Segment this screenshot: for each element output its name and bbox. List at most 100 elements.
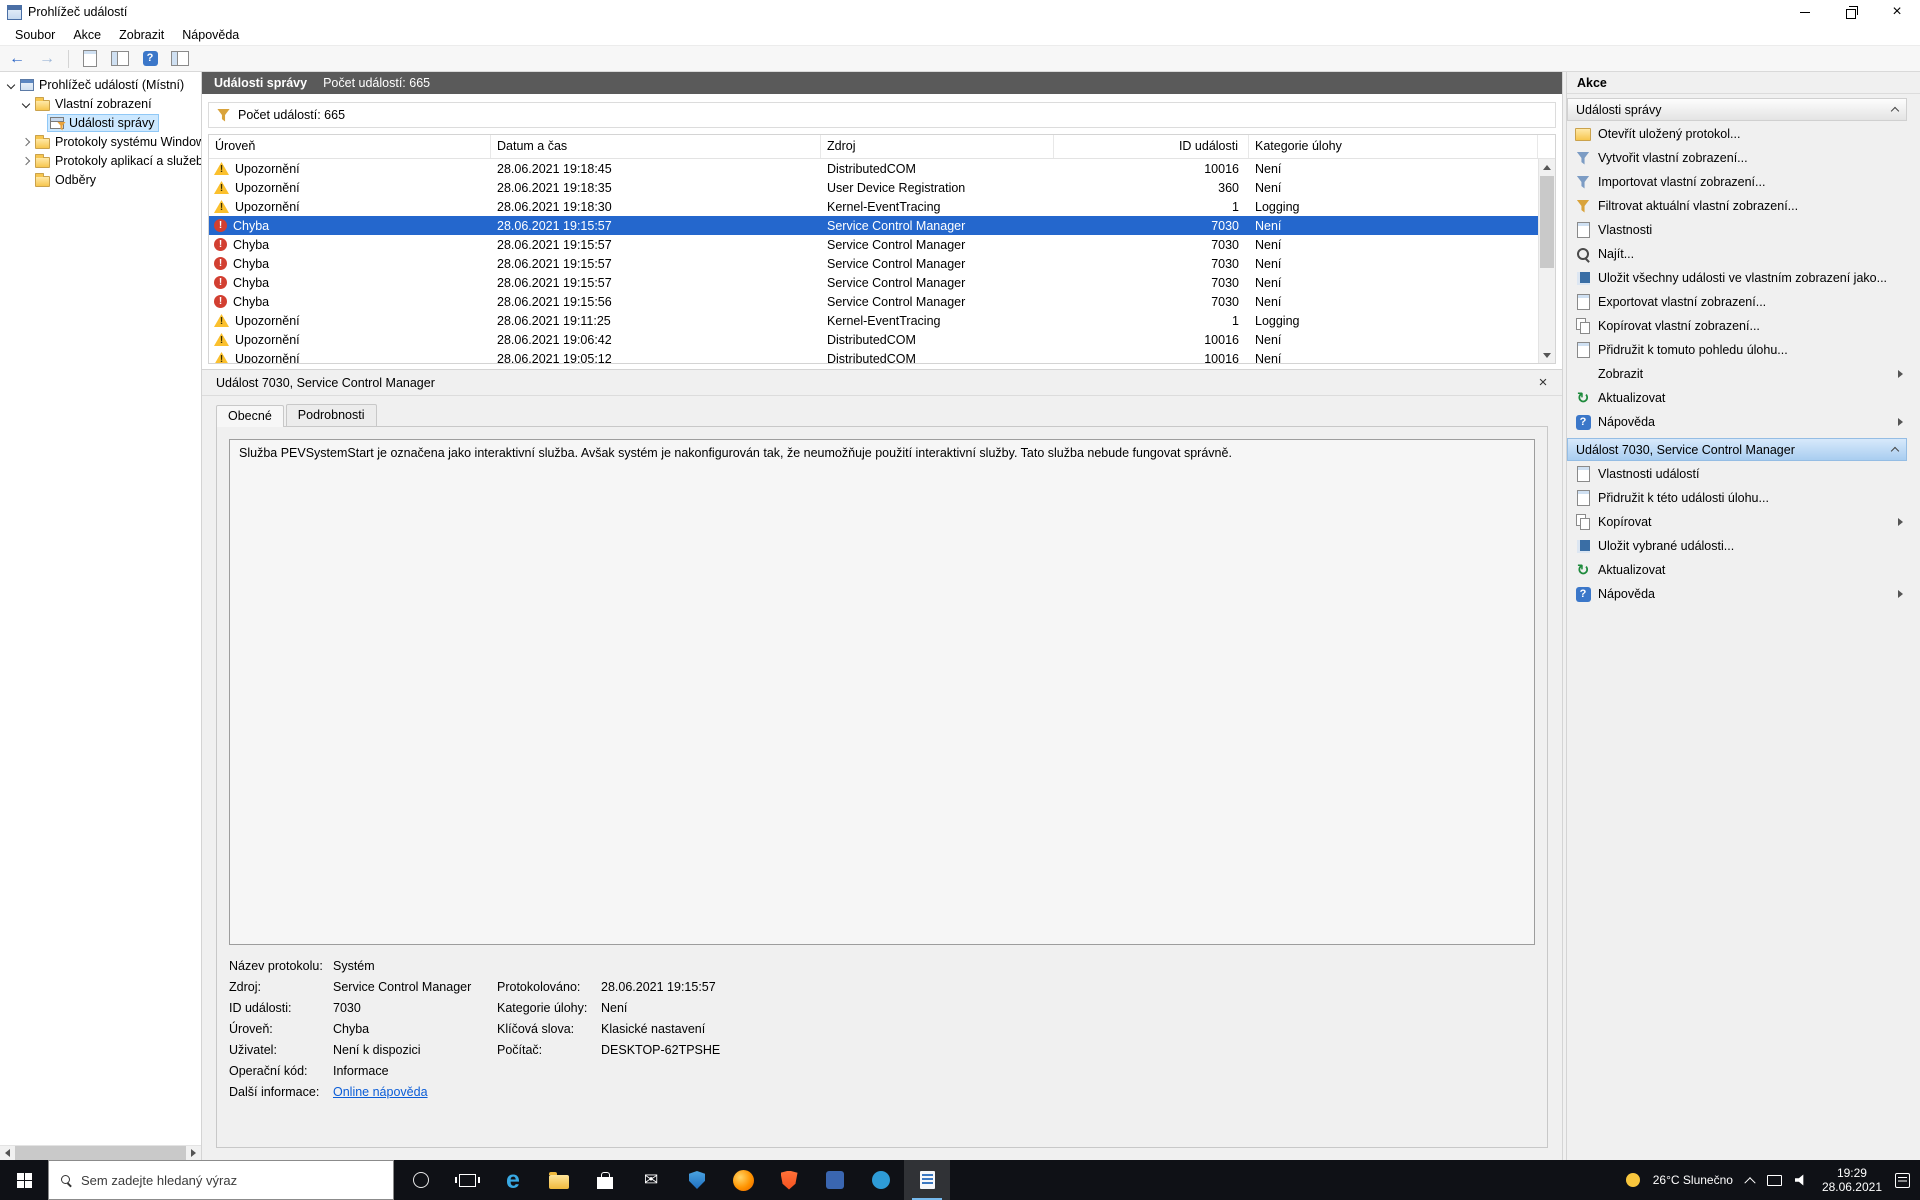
close-button[interactable] — [1874, 0, 1920, 24]
menu-soubor[interactable]: Soubor — [6, 26, 64, 44]
hidden-icons-icon[interactable] — [1744, 1177, 1755, 1188]
action-center-icon[interactable] — [1895, 1173, 1910, 1188]
event-row[interactable]: Upozornění28.06.2021 19:18:30Kernel-Even… — [209, 197, 1555, 216]
column-header-zdroj[interactable]: Zdroj — [821, 135, 1054, 158]
tab-obecne[interactable]: Obecné — [216, 405, 284, 427]
clock[interactable]: 19:29 28.06.2021 — [1822, 1166, 1882, 1194]
pinned-app-2-taskbar-button[interactable] — [858, 1160, 904, 1200]
action-najit[interactable]: Najít... — [1567, 242, 1907, 266]
tree-item-odbery[interactable]: Odběry — [0, 170, 201, 189]
action-vytvorit-vlastni-zobrazeni[interactable]: Vytvořit vlastní zobrazení... — [1567, 146, 1907, 170]
event-row[interactable]: Chyba28.06.2021 19:15:57Service Control … — [209, 235, 1555, 254]
action-zobrazit[interactable]: Zobrazit — [1567, 362, 1907, 386]
scroll-up-arrow-icon[interactable] — [1539, 159, 1555, 175]
event-viewer-taskbar-button[interactable] — [904, 1160, 950, 1200]
list-vertical-scrollbar[interactable] — [1538, 159, 1555, 363]
action-otevrit-ulozeny-protokol[interactable]: Otevřít uložený protokol... — [1567, 122, 1907, 146]
event-row[interactable]: Upozornění28.06.2021 19:18:35User Device… — [209, 178, 1555, 197]
action-ulozit-vybrane-udalosti[interactable]: Uložit vybrané události... — [1567, 534, 1907, 558]
start-button[interactable] — [0, 1160, 48, 1200]
file-explorer-taskbar-button[interactable] — [536, 1160, 582, 1200]
volume-icon[interactable] — [1795, 1174, 1809, 1186]
action-ulozit-vsechny-udalosti-ve-vlastnim-zobrazeni-jako[interactable]: Uložit všechny události ve vlastním zobr… — [1567, 266, 1907, 290]
tree-item-udalosti-spravy[interactable]: Události správy — [0, 113, 201, 132]
security-taskbar-button[interactable] — [674, 1160, 720, 1200]
action-exportovat-vlastni-zobrazeni[interactable]: Exportovat vlastní zobrazení... — [1567, 290, 1907, 314]
detail-field-row: Úroveň:ChybaKlíčová slova:Klasické nasta… — [229, 1022, 1535, 1043]
event-row[interactable]: Chyba28.06.2021 19:15:57Service Control … — [209, 254, 1555, 273]
warning-icon — [214, 352, 229, 364]
online-help-link[interactable]: Online nápověda — [333, 1085, 497, 1099]
cortana-taskbar-button[interactable] — [398, 1160, 444, 1200]
firefox-taskbar-button[interactable] — [720, 1160, 766, 1200]
tree-horizontal-scrollbar[interactable] — [0, 1145, 201, 1160]
menu-akce[interactable]: Akce — [64, 26, 110, 44]
chevron-right-icon[interactable] — [19, 158, 32, 164]
action-aktualizovat[interactable]: Aktualizovat — [1567, 558, 1907, 582]
minimize-button[interactable] — [1782, 0, 1828, 24]
event-row[interactable]: Chyba28.06.2021 19:15:57Service Control … — [209, 216, 1555, 235]
forward-button[interactable] — [34, 47, 60, 70]
action-aktualizovat[interactable]: Aktualizovat — [1567, 386, 1907, 410]
action-section-header[interactable]: Událost 7030, Service Control Manager — [1567, 438, 1907, 461]
search-input[interactable] — [81, 1173, 381, 1188]
task-view-taskbar-button[interactable] — [444, 1160, 490, 1200]
action-section-header[interactable]: Události správy — [1567, 98, 1907, 121]
restore-button[interactable] — [1828, 0, 1874, 24]
mail-taskbar-button[interactable] — [628, 1160, 674, 1200]
event-row[interactable]: Upozornění28.06.2021 19:06:42Distributed… — [209, 330, 1555, 349]
monitor-icon[interactable] — [1767, 1175, 1782, 1186]
chevron-down-icon[interactable] — [19, 101, 32, 107]
taskbar-search[interactable] — [48, 1160, 394, 1200]
help-button[interactable] — [137, 47, 163, 70]
tree-item-protokoly-systemu-windows[interactable]: Protokoly systému Windows — [0, 132, 201, 151]
weather-text[interactable]: 26°C Slunečno — [1653, 1173, 1733, 1187]
action-pridruzit-k-teto-udalosti-ulohu[interactable]: Přidružit k této události úlohu... — [1567, 486, 1907, 510]
scrollbar-thumb[interactable] — [1540, 176, 1554, 268]
tree-item-content: Prohlížeč událostí (Místní) — [17, 76, 189, 94]
tab-podrobnosti[interactable]: Podrobnosti — [286, 404, 377, 426]
action-vlastnosti[interactable]: Vlastnosti — [1567, 218, 1907, 242]
edge-taskbar-button[interactable] — [490, 1160, 536, 1200]
back-button[interactable] — [4, 47, 30, 70]
action-kopirovat[interactable]: Kopírovat — [1567, 510, 1907, 534]
tree-item-protokoly-aplikaci-a-sluzeb[interactable]: Protokoly aplikací a služeb — [0, 151, 201, 170]
tree-item-vlastni-zobrazeni[interactable]: Vlastní zobrazení — [0, 94, 201, 113]
menu-zobrazit[interactable]: Zobrazit — [110, 26, 173, 44]
tree-item-prohlizec-udalosti-mistni[interactable]: Prohlížeč událostí (Místní) — [0, 75, 201, 94]
event-row[interactable]: Chyba28.06.2021 19:15:56Service Control … — [209, 292, 1555, 311]
source-cell: Service Control Manager — [821, 219, 1054, 233]
action-importovat-vlastni-zobrazeni[interactable]: Importovat vlastní zobrazení... — [1567, 170, 1907, 194]
scroll-right-arrow-icon[interactable] — [186, 1146, 201, 1161]
column-header-kategorie-ulohy[interactable]: Kategorie úlohy — [1249, 135, 1538, 158]
action-vlastnosti-udalosti[interactable]: Vlastnosti událostí — [1567, 462, 1907, 486]
action-filtrovat-aktualni-vlastni-zobrazeni[interactable]: Filtrovat aktuální vlastní zobrazení... — [1567, 194, 1907, 218]
action-napoveda[interactable]: Nápověda — [1567, 410, 1907, 434]
close-preview-icon[interactable] — [1534, 374, 1552, 392]
action-kopirovat-vlastni-zobrazeni[interactable]: Kopírovat vlastní zobrazení... — [1567, 314, 1907, 338]
scrollbar-thumb[interactable] — [15, 1146, 186, 1161]
action-pridruzit-k-tomuto-pohledu-ulohu[interactable]: Přidružit k tomuto pohledu úlohu... — [1567, 338, 1907, 362]
event-row[interactable]: Upozornění28.06.2021 19:05:12Distributed… — [209, 349, 1555, 364]
show-action-pane-button[interactable] — [167, 47, 193, 70]
chevron-up-icon[interactable] — [1891, 447, 1899, 455]
brave-taskbar-button[interactable] — [766, 1160, 812, 1200]
show-console-tree-button[interactable] — [107, 47, 133, 70]
weather-sun-icon[interactable] — [1626, 1173, 1640, 1187]
export-list-button[interactable] — [77, 47, 103, 70]
event-row[interactable]: Upozornění28.06.2021 19:11:25Kernel-Even… — [209, 311, 1555, 330]
chevron-right-icon[interactable] — [19, 139, 32, 145]
column-header-uroven[interactable]: Úroveň — [209, 135, 491, 158]
store-taskbar-button[interactable] — [582, 1160, 628, 1200]
scroll-down-arrow-icon[interactable] — [1539, 347, 1555, 363]
chevron-up-icon[interactable] — [1891, 107, 1899, 115]
event-row[interactable]: Upozornění28.06.2021 19:18:45Distributed… — [209, 159, 1555, 178]
menu-napoveda[interactable]: Nápověda — [173, 26, 248, 44]
column-header-datum-a-cas[interactable]: Datum a čas — [491, 135, 821, 158]
pinned-app-1-taskbar-button[interactable] — [812, 1160, 858, 1200]
scroll-left-arrow-icon[interactable] — [0, 1146, 15, 1161]
event-row[interactable]: Chyba28.06.2021 19:15:57Service Control … — [209, 273, 1555, 292]
column-header-id-udalosti[interactable]: ID události — [1054, 135, 1249, 158]
action-napoveda[interactable]: Nápověda — [1567, 582, 1907, 606]
chevron-down-icon[interactable] — [4, 82, 17, 88]
